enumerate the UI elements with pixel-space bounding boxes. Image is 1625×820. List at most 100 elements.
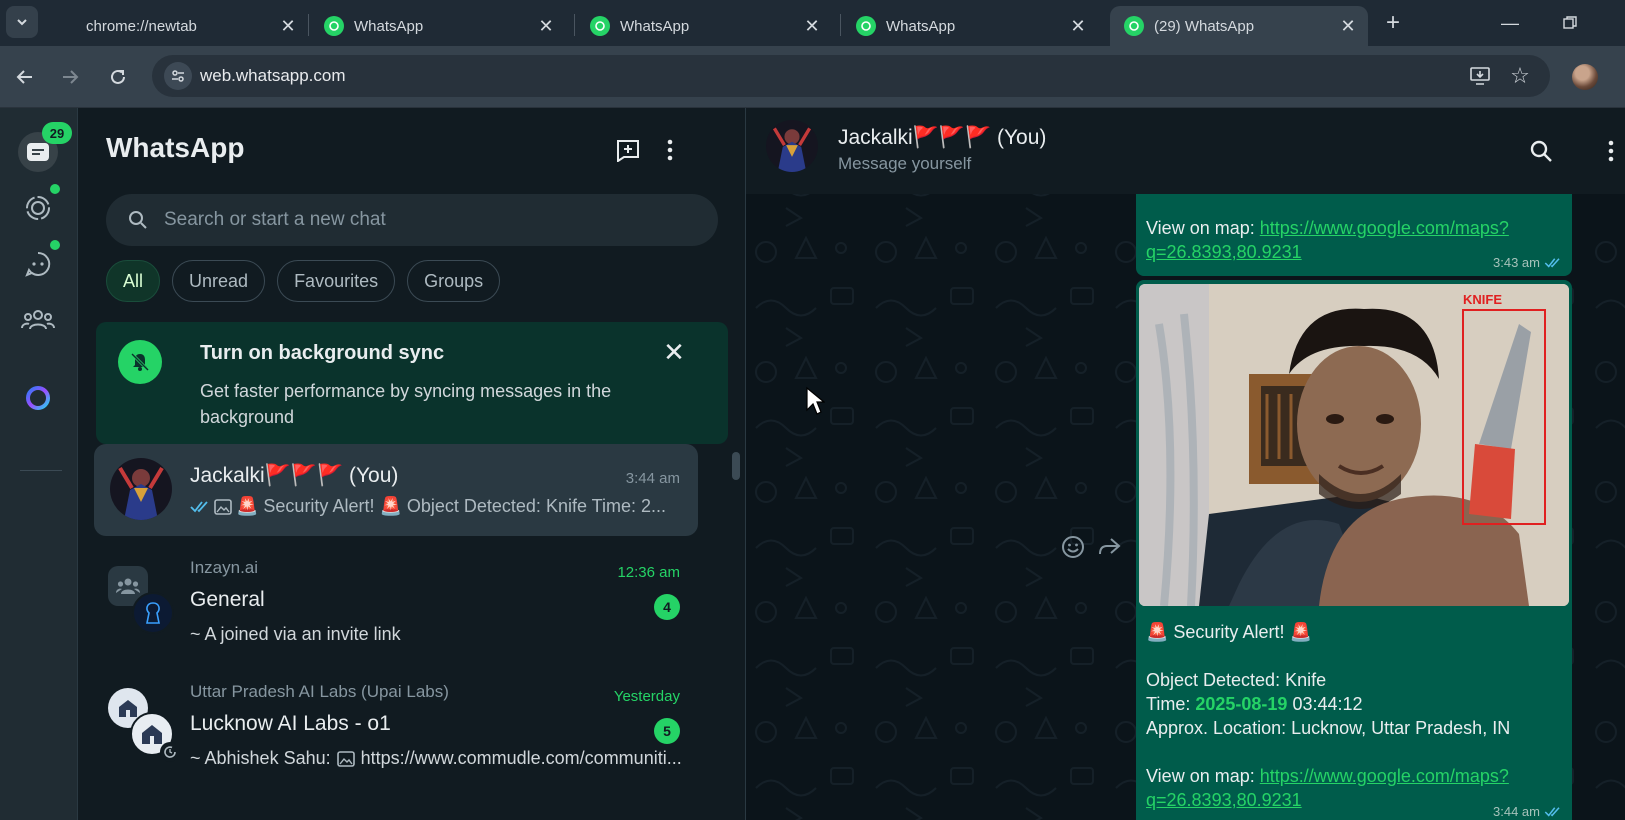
- time-label: Time:: [1146, 694, 1191, 714]
- double-check-icon: [1544, 257, 1560, 268]
- image-icon: [336, 750, 355, 767]
- browser-tab[interactable]: WhatsApp ✕: [576, 6, 832, 46]
- sync-banner-title: Turn on background sync: [200, 342, 445, 364]
- chat-list-item[interactable]: Jackalki🚩🚩🚩 (You) 3:44 am 🚨 Security Ale…: [94, 444, 698, 536]
- tab-separator: [308, 14, 309, 36]
- chat-list-panel: WhatsApp All Unread Favourites Groups Tu…: [78, 108, 746, 820]
- channels-nav-button[interactable]: [18, 244, 58, 284]
- reload-button[interactable]: [103, 62, 133, 92]
- map-link[interactable]: https://www.google.com/maps?: [1260, 766, 1509, 786]
- conversation-header[interactable]: Jackalki🚩🚩🚩 (You) Message yourself: [746, 108, 1625, 194]
- tab-title: WhatsApp: [886, 17, 956, 35]
- minimize-button[interactable]: —: [1490, 8, 1530, 38]
- tab-separator: [840, 14, 841, 36]
- filter-chip-groups[interactable]: Groups: [407, 260, 501, 302]
- close-icon[interactable]: ✕: [660, 337, 688, 367]
- message-bubble[interactable]: KNIFE 🚨 Security Alert! 🚨 Object Detecte…: [1136, 280, 1572, 820]
- map-link[interactable]: https://www.google.com/maps?: [1260, 218, 1509, 238]
- emoji-reaction-button[interactable]: [1058, 532, 1088, 562]
- alert-heading: 🚨 Security Alert! 🚨: [1146, 622, 1312, 642]
- tab-separator: [574, 14, 575, 36]
- chat-name: Lucknow AI Labs - o1: [190, 712, 391, 735]
- message-text: 🚨 Security Alert! 🚨 Object Detected: Kni…: [1146, 620, 1556, 812]
- browser-tab[interactable]: chrome://newtab ✕: [72, 6, 308, 46]
- clock-value: 03:44:12: [1292, 694, 1363, 714]
- chat-preview: ~ Abhishek Sahu: https://www.commudle.co…: [190, 748, 686, 769]
- site-info-icon[interactable]: [164, 62, 192, 90]
- search-input[interactable]: [164, 194, 704, 246]
- filter-chip-all[interactable]: All: [106, 260, 161, 302]
- message-image[interactable]: KNIFE: [1139, 284, 1569, 606]
- filter-chip-favourites[interactable]: Favourites: [277, 260, 396, 302]
- url-text: web.whatsapp.com: [200, 66, 346, 85]
- chats-icon: [27, 143, 49, 161]
- date-highlight[interactable]: 2025-08-19: [1195, 694, 1287, 714]
- search-icon: [1530, 140, 1552, 162]
- whatsapp-icon: [1124, 16, 1144, 36]
- map-label: View on map:: [1146, 766, 1255, 786]
- search-icon: [128, 210, 148, 230]
- chat-name: General: [190, 588, 265, 611]
- new-chat-button[interactable]: [612, 134, 644, 166]
- tab-title: chrome://newtab: [86, 17, 197, 35]
- detection-label: KNIFE: [1463, 292, 1502, 307]
- communities-icon: [21, 310, 55, 330]
- channels-icon: [25, 251, 51, 277]
- chat-preview-text: https://www.commudle.com/communiti...: [360, 748, 682, 768]
- chat-list-item[interactable]: Uttar Pradesh AI Labs (Upai Labs) Yester…: [94, 676, 698, 786]
- meta-ai-button[interactable]: [18, 378, 58, 418]
- close-icon[interactable]: ✕: [802, 16, 822, 36]
- new-tab-button[interactable]: +: [1378, 8, 1408, 38]
- meta-ai-icon: [26, 386, 50, 410]
- browser-tab[interactable]: WhatsApp ✕: [310, 6, 566, 46]
- profile-avatar[interactable]: [1572, 64, 1598, 90]
- scrollbar-thumb[interactable]: [732, 452, 740, 480]
- restore-button[interactable]: [1550, 8, 1590, 38]
- community-name: Inzayn.ai: [190, 558, 259, 577]
- conversation-panel: Jackalki🚩🚩🚩 (You) Message yourself View …: [746, 108, 1625, 820]
- forward-button[interactable]: [1094, 532, 1124, 562]
- sync-banner-text: Get faster performance by syncing messag…: [200, 381, 612, 427]
- sync-status-icon: [160, 742, 180, 762]
- message-bubble[interactable]: View on map: https://www.google.com/maps…: [1136, 194, 1572, 276]
- rail-divider: [20, 470, 62, 471]
- unread-count-badge: 29: [42, 122, 72, 144]
- status-nav-button[interactable]: [18, 188, 58, 228]
- bookmark-star-icon[interactable]: ☆: [1508, 63, 1532, 88]
- chevron-down-icon: [17, 19, 27, 26]
- back-button[interactable]: [10, 62, 40, 92]
- tab-title: WhatsApp: [620, 17, 690, 35]
- filter-chip-unread[interactable]: Unread: [172, 260, 266, 302]
- avatar[interactable]: [766, 120, 818, 172]
- tab-search-button[interactable]: [6, 6, 38, 38]
- message-meta: 3:44 am: [1493, 804, 1562, 819]
- close-icon[interactable]: ✕: [1068, 16, 1088, 36]
- search-button[interactable]: [1526, 136, 1556, 166]
- browser-tab-active[interactable]: (29) WhatsApp ✕: [1110, 6, 1368, 46]
- location-line: Approx. Location: Lucknow, Uttar Pradesh…: [1146, 718, 1511, 738]
- address-bar[interactable]: web.whatsapp.com ☆: [152, 55, 1550, 97]
- group-avatar: [132, 592, 174, 634]
- chat-list-item[interactable]: Inzayn.ai 12:36 am General 4 ~ A joined …: [94, 552, 698, 656]
- tab-title: WhatsApp: [354, 17, 424, 35]
- background-sync-banner[interactable]: Turn on background sync Get faster perfo…: [96, 322, 728, 444]
- chat-preview: ~ A joined via an invite link: [190, 624, 686, 645]
- smiley-icon: [1062, 536, 1084, 558]
- close-icon[interactable]: ✕: [536, 16, 556, 36]
- close-icon[interactable]: ✕: [1338, 16, 1358, 36]
- map-link[interactable]: q=26.8393,80.9231: [1146, 242, 1302, 262]
- menu-button[interactable]: [1596, 136, 1625, 166]
- tab-title: (29) WhatsApp: [1154, 17, 1255, 35]
- communities-nav-button[interactable]: [18, 300, 58, 340]
- close-icon[interactable]: ✕: [278, 16, 298, 36]
- channels-unread-dot: [50, 240, 60, 250]
- mouse-cursor-icon: [806, 386, 825, 415]
- browser-tab-strip: chrome://newtab ✕ WhatsApp ✕ WhatsApp ✕ …: [0, 0, 1625, 46]
- browser-tab[interactable]: WhatsApp ✕: [842, 6, 1098, 46]
- map-link[interactable]: q=26.8393,80.9231: [1146, 790, 1302, 810]
- message-text: View on map: https://www.google.com/maps…: [1146, 216, 1526, 264]
- install-app-icon[interactable]: [1468, 64, 1492, 88]
- forward-button[interactable]: [55, 62, 85, 92]
- avatar: [110, 458, 172, 520]
- menu-button[interactable]: [654, 134, 686, 166]
